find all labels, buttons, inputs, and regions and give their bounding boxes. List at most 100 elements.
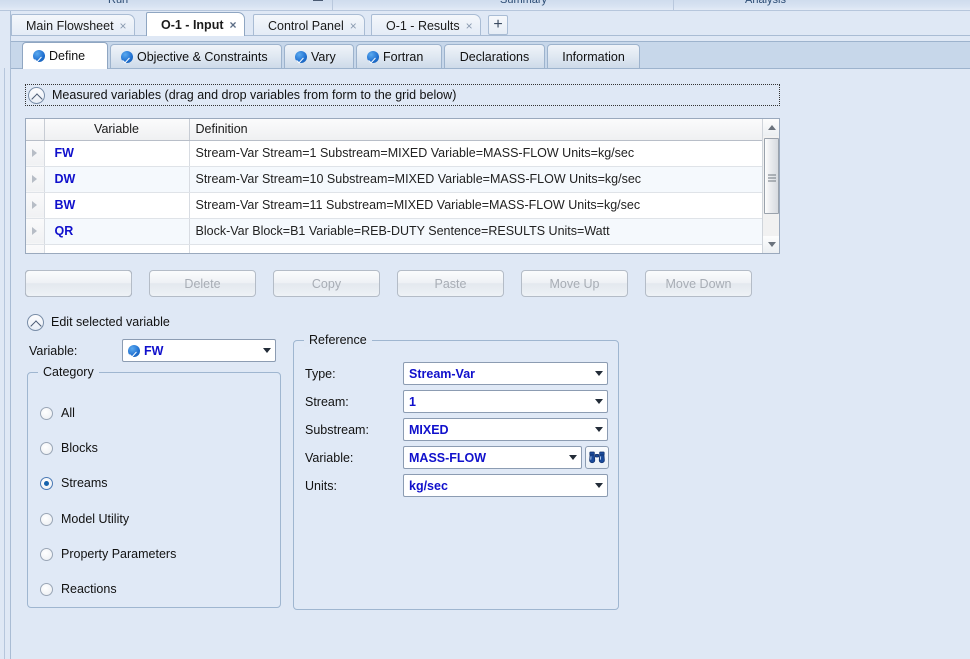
radio-all[interactable]: All	[40, 406, 75, 420]
document-tab-o1-results[interactable]: O-1 - Results ×	[371, 14, 481, 36]
radio-label: Blocks	[61, 441, 98, 455]
cell-variable[interactable]	[44, 244, 190, 253]
cell-definition[interactable]: Block-Var Block=B1 Variable=REB-DUTY Sen…	[189, 218, 763, 245]
checkmark-icon	[121, 51, 133, 63]
radio-label: Model Utility	[61, 512, 130, 526]
checkmark-icon	[367, 51, 379, 63]
type-select-value: Stream-Var	[409, 366, 476, 381]
substream-select[interactable]: MIXED	[403, 418, 608, 441]
tab-fortran[interactable]: Fortran	[356, 44, 442, 69]
copy-button[interactable]: Copy	[273, 270, 380, 297]
close-icon[interactable]: ×	[466, 20, 473, 32]
table-row[interactable]: DW Stream-Var Stream=10 Substream=MIXED …	[26, 166, 763, 193]
tab-define[interactable]: Define	[22, 42, 108, 69]
type-select[interactable]: Stream-Var	[403, 362, 608, 385]
cell-variable[interactable]: FW	[44, 140, 190, 167]
ribbon-group-summary: Summary	[500, 0, 548, 6]
spacer	[25, 270, 132, 297]
add-tab-button[interactable]: +	[488, 15, 508, 35]
stream-select[interactable]: 1	[403, 390, 608, 413]
radio-blocks[interactable]: Blocks	[40, 441, 98, 455]
row-selector-cell[interactable]	[26, 140, 45, 167]
radio-icon	[40, 441, 53, 455]
tab-information[interactable]: Information	[547, 44, 640, 69]
tab-objective-constraints[interactable]: Objective & Constraints	[110, 44, 282, 69]
chevron-down-icon[interactable]	[590, 399, 607, 404]
table-col-definition: Definition	[189, 119, 763, 141]
row-selector-cell[interactable]	[26, 218, 45, 245]
variable-select[interactable]: FW	[122, 339, 276, 362]
reference-variable-select[interactable]: MASS-FLOW	[403, 446, 582, 469]
chevron-down-icon[interactable]	[258, 348, 275, 353]
measured-variables-title: Measured variables (drag and drop variab…	[52, 88, 457, 102]
cell-definition[interactable]	[189, 244, 763, 253]
row-selector-cell[interactable]	[26, 192, 45, 219]
scrollbar-thumb[interactable]	[764, 138, 779, 214]
document-tab-control-panel[interactable]: Control Panel ×	[253, 14, 365, 36]
units-select[interactable]: kg/sec	[403, 474, 608, 497]
radio-streams[interactable]: Streams	[40, 476, 108, 490]
tab-declarations[interactable]: Declarations	[444, 44, 545, 69]
left-rail-divider	[4, 68, 5, 659]
table-col-variable: Variable	[44, 119, 190, 141]
table-row[interactable]: QR Block-Var Block=B1 Variable=REB-DUTY …	[26, 218, 763, 245]
measured-variables-grid[interactable]: Variable Definition FW Stream-Var Stream…	[25, 118, 780, 254]
row-arrow-icon	[32, 201, 38, 209]
ribbon-divider	[332, 0, 333, 10]
tab-vary[interactable]: Vary	[284, 44, 354, 69]
edit-selected-variable-title: Edit selected variable	[51, 315, 170, 329]
move-up-button[interactable]: Move Up	[521, 270, 628, 297]
search-variable-button[interactable]	[585, 446, 609, 469]
tab-label: Define	[49, 49, 86, 63]
radio-model-utility[interactable]: Model Utility	[40, 512, 129, 526]
cell-variable[interactable]: QR	[44, 218, 190, 245]
radio-icon	[40, 512, 53, 526]
chevron-down-icon[interactable]	[564, 455, 581, 460]
document-tab-main-flowsheet[interactable]: Main Flowsheet ×	[11, 14, 135, 36]
measured-variables-section-header[interactable]: Measured variables (drag and drop variab…	[25, 84, 780, 106]
substream-select-value: MIXED	[409, 422, 449, 437]
chevron-down-icon[interactable]	[590, 371, 607, 376]
radio-property-parameters[interactable]: Property Parameters	[40, 547, 176, 561]
scrollbar-grip-icon	[768, 173, 776, 182]
tab-label: Vary	[311, 50, 336, 64]
radio-reactions[interactable]: Reactions	[40, 582, 117, 596]
cell-variable[interactable]: DW	[44, 166, 190, 193]
document-tab-label: O-1 - Results	[386, 18, 460, 33]
move-down-button[interactable]: Move Down	[645, 270, 752, 297]
table-row-empty[interactable]	[26, 244, 763, 253]
close-icon[interactable]: ×	[230, 19, 237, 31]
row-selector-cell[interactable]	[26, 244, 45, 253]
cell-definition[interactable]: Stream-Var Stream=10 Substream=MIXED Var…	[189, 166, 763, 193]
reference-group: Reference Type: Stream-Var Stream: 1 Sub…	[293, 333, 619, 610]
radio-icon	[40, 406, 53, 420]
row-arrow-icon	[32, 149, 38, 157]
cell-definition[interactable]: Stream-Var Stream=11 Substream=MIXED Var…	[189, 192, 763, 219]
category-group-title: Category	[38, 365, 99, 379]
cell-variable[interactable]: BW	[44, 192, 190, 219]
chevron-down-icon[interactable]	[590, 483, 607, 488]
edit-selected-variable-section-header[interactable]: Edit selected variable	[25, 311, 170, 333]
paste-button[interactable]: Paste	[397, 270, 504, 297]
grid-vertical-scrollbar[interactable]	[762, 119, 779, 253]
units-select-value: kg/sec	[409, 478, 448, 493]
close-icon[interactable]: ×	[350, 20, 357, 32]
variable-select-value: FW	[144, 343, 164, 358]
reference-variable-select-value: MASS-FLOW	[409, 450, 487, 465]
cell-definition[interactable]: Stream-Var Stream=1 Substream=MIXED Vari…	[189, 140, 763, 167]
table-row[interactable]: FW Stream-Var Stream=1 Substream=MIXED V…	[26, 140, 763, 167]
collapse-chevron-up-icon[interactable]	[27, 313, 44, 331]
close-icon[interactable]: ×	[120, 20, 127, 32]
row-selector-cell[interactable]	[26, 166, 45, 193]
category-group: Category All Blocks Streams Model Utilit…	[27, 365, 281, 608]
delete-button[interactable]: Delete	[149, 270, 256, 297]
collapse-chevron-up-icon[interactable]	[28, 86, 45, 104]
scroll-up-icon[interactable]	[763, 119, 779, 136]
chevron-down-icon[interactable]	[590, 427, 607, 432]
table-row[interactable]: BW Stream-Var Stream=11 Substream=MIXED …	[26, 192, 763, 219]
document-tab-o1-input[interactable]: O-1 - Input ×	[146, 12, 245, 36]
row-arrow-icon	[32, 175, 38, 183]
scroll-down-icon[interactable]	[763, 236, 779, 253]
ribbon-minimize-icon[interactable]	[313, 0, 323, 1]
stream-select-value: 1	[409, 394, 416, 409]
